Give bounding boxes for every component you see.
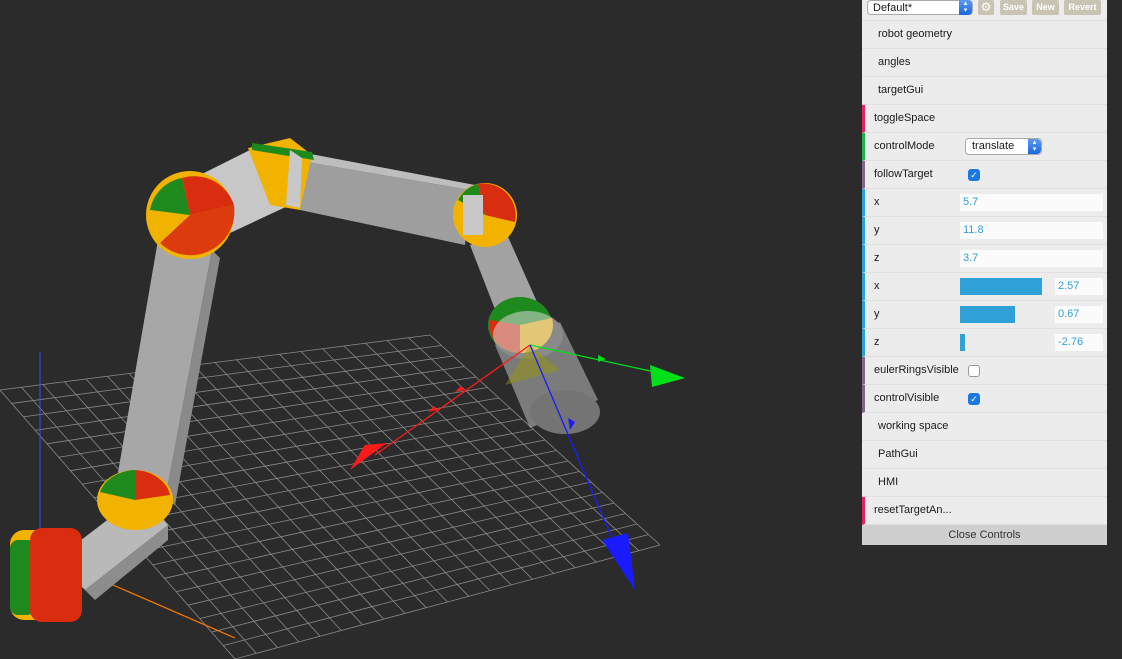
position-y-row: y 11.8 <box>862 217 1107 245</box>
rotation-y-label: y <box>874 308 880 320</box>
folder-label: robot geometry <box>878 28 952 40</box>
gizmo-x-line <box>374 344 531 456</box>
rotation-x-row: x 2.57 <box>862 273 1107 301</box>
reset-target-button[interactable]: resetTargetAn... <box>862 497 1107 525</box>
close-controls-button[interactable]: Close Controls <box>862 525 1107 545</box>
rotation-z-slider[interactable] <box>960 334 1050 351</box>
rotation-z-row: z -2.76 <box>862 329 1107 357</box>
position-z-label: z <box>874 252 880 264</box>
rotation-x-slider[interactable] <box>960 278 1050 295</box>
preset-select[interactable]: Default* ▴ ▾ <box>867 0 973 15</box>
save-button[interactable]: Save <box>1000 0 1027 15</box>
folder-angles[interactable]: angles <box>862 49 1107 77</box>
control-panel: Default* ▴ ▾ ⚙ Save New Revert robot geom… <box>862 0 1107 545</box>
slider-fill <box>960 334 966 351</box>
folder-path-gui[interactable]: PathGui <box>862 441 1107 469</box>
joint-shoulder[interactable] <box>146 171 235 259</box>
folder-hmi[interactable]: HMI <box>862 469 1107 497</box>
folder-label: working space <box>878 420 949 432</box>
rotation-x-input[interactable]: 2.57 <box>1055 278 1103 295</box>
euler-rings-row: eulerRingsVisible <box>862 357 1107 385</box>
new-button[interactable]: New <box>1032 0 1059 15</box>
control-visible-row: controlVisible ✓ <box>862 385 1107 413</box>
joint-elbow[interactable] <box>453 183 517 247</box>
folder-working-space[interactable]: working space <box>862 413 1107 441</box>
preset-row: Default* ▴ ▾ ⚙ Save New Revert <box>862 0 1107 21</box>
slider-fill <box>960 278 1042 295</box>
position-x-input[interactable]: 5.7 <box>960 194 1103 211</box>
joint-base[interactable] <box>97 470 173 530</box>
control-visible-label: controlVisible <box>874 392 940 404</box>
gizmo-z-arrow[interactable] <box>602 533 635 590</box>
gear-icon[interactable]: ⚙ <box>978 0 994 15</box>
control-mode-value: translate <box>972 140 1015 152</box>
rotation-y-row: y 0.67 <box>862 301 1107 329</box>
position-y-input[interactable]: 11.8 <box>960 222 1103 239</box>
follow-target-label: followTarget <box>874 168 933 180</box>
rotation-x-label: x <box>874 280 880 292</box>
rotation-y-input[interactable]: 0.67 <box>1055 306 1103 323</box>
slider-fill <box>960 306 1015 323</box>
preset-value: Default* <box>873 2 913 14</box>
euler-rings-label: eulerRingsVisible <box>874 364 959 376</box>
folder-label: HMI <box>878 476 899 488</box>
gizmo-y-arrow[interactable] <box>650 365 685 387</box>
control-mode-label: controlMode <box>874 140 935 152</box>
folder-label: PathGui <box>878 448 918 460</box>
folder-robot-geometry[interactable]: robot geometry <box>862 21 1107 49</box>
follow-target-row: followTarget ✓ <box>862 161 1107 189</box>
control-visible-checkbox[interactable]: ✓ <box>968 393 980 405</box>
gizmo-x-arrow[interactable] <box>350 443 387 470</box>
toggle-space-label: toggleSpace <box>874 112 936 124</box>
chevron-updown-icon: ▴ ▾ <box>959 0 972 15</box>
position-y-label: y <box>874 224 880 236</box>
chevron-updown-icon: ▴ ▾ <box>1028 139 1041 154</box>
revert-button[interactable]: Revert <box>1064 0 1101 15</box>
toggle-space-button[interactable]: toggleSpace <box>862 105 1107 133</box>
reset-target-label: resetTargetAn... <box>874 504 952 516</box>
euler-rings-checkbox[interactable] <box>968 365 980 377</box>
follow-target-checkbox[interactable]: ✓ <box>968 169 980 181</box>
folder-label: targetGui <box>878 84 924 96</box>
control-mode-row: controlMode translate ▴ ▾ <box>862 133 1107 161</box>
grid-line <box>199 513 626 620</box>
position-x-row: x 5.7 <box>862 189 1107 217</box>
grid-line <box>234 544 661 659</box>
folder-label: angles <box>878 56 911 68</box>
position-x-label: x <box>874 196 880 208</box>
grid-line <box>211 523 638 633</box>
control-mode-select[interactable]: translate ▴ ▾ <box>965 138 1042 155</box>
rotation-z-label: z <box>874 336 880 348</box>
position-z-input[interactable]: 3.7 <box>960 250 1103 267</box>
rotation-z-input[interactable]: -2.76 <box>1055 334 1103 351</box>
folder-target-gui[interactable]: targetGui <box>862 77 1107 105</box>
robot-base-block[interactable] <box>10 528 82 622</box>
position-z-row: z 3.7 <box>862 245 1107 273</box>
rotation-y-slider[interactable] <box>960 306 1050 323</box>
grid-line <box>223 534 649 646</box>
